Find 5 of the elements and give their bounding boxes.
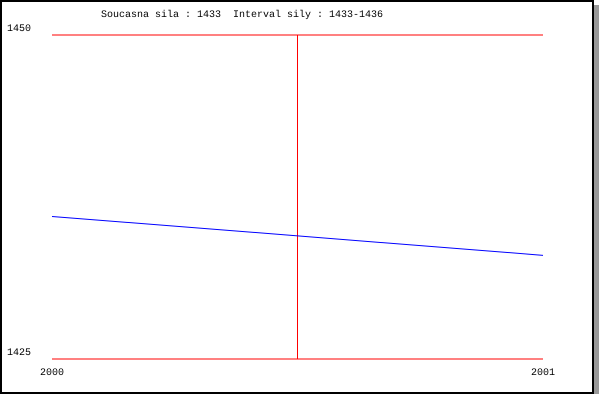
y-tick-label: 1450 <box>7 24 32 35</box>
x-tick-label: 2000 <box>40 368 64 379</box>
x-tick-label: 2001 <box>531 368 555 379</box>
y-tick-label: 1425 <box>7 348 32 359</box>
chart-title: Soucasna sila : 1433 Interval sily : 1433-1436 <box>100 10 384 21</box>
